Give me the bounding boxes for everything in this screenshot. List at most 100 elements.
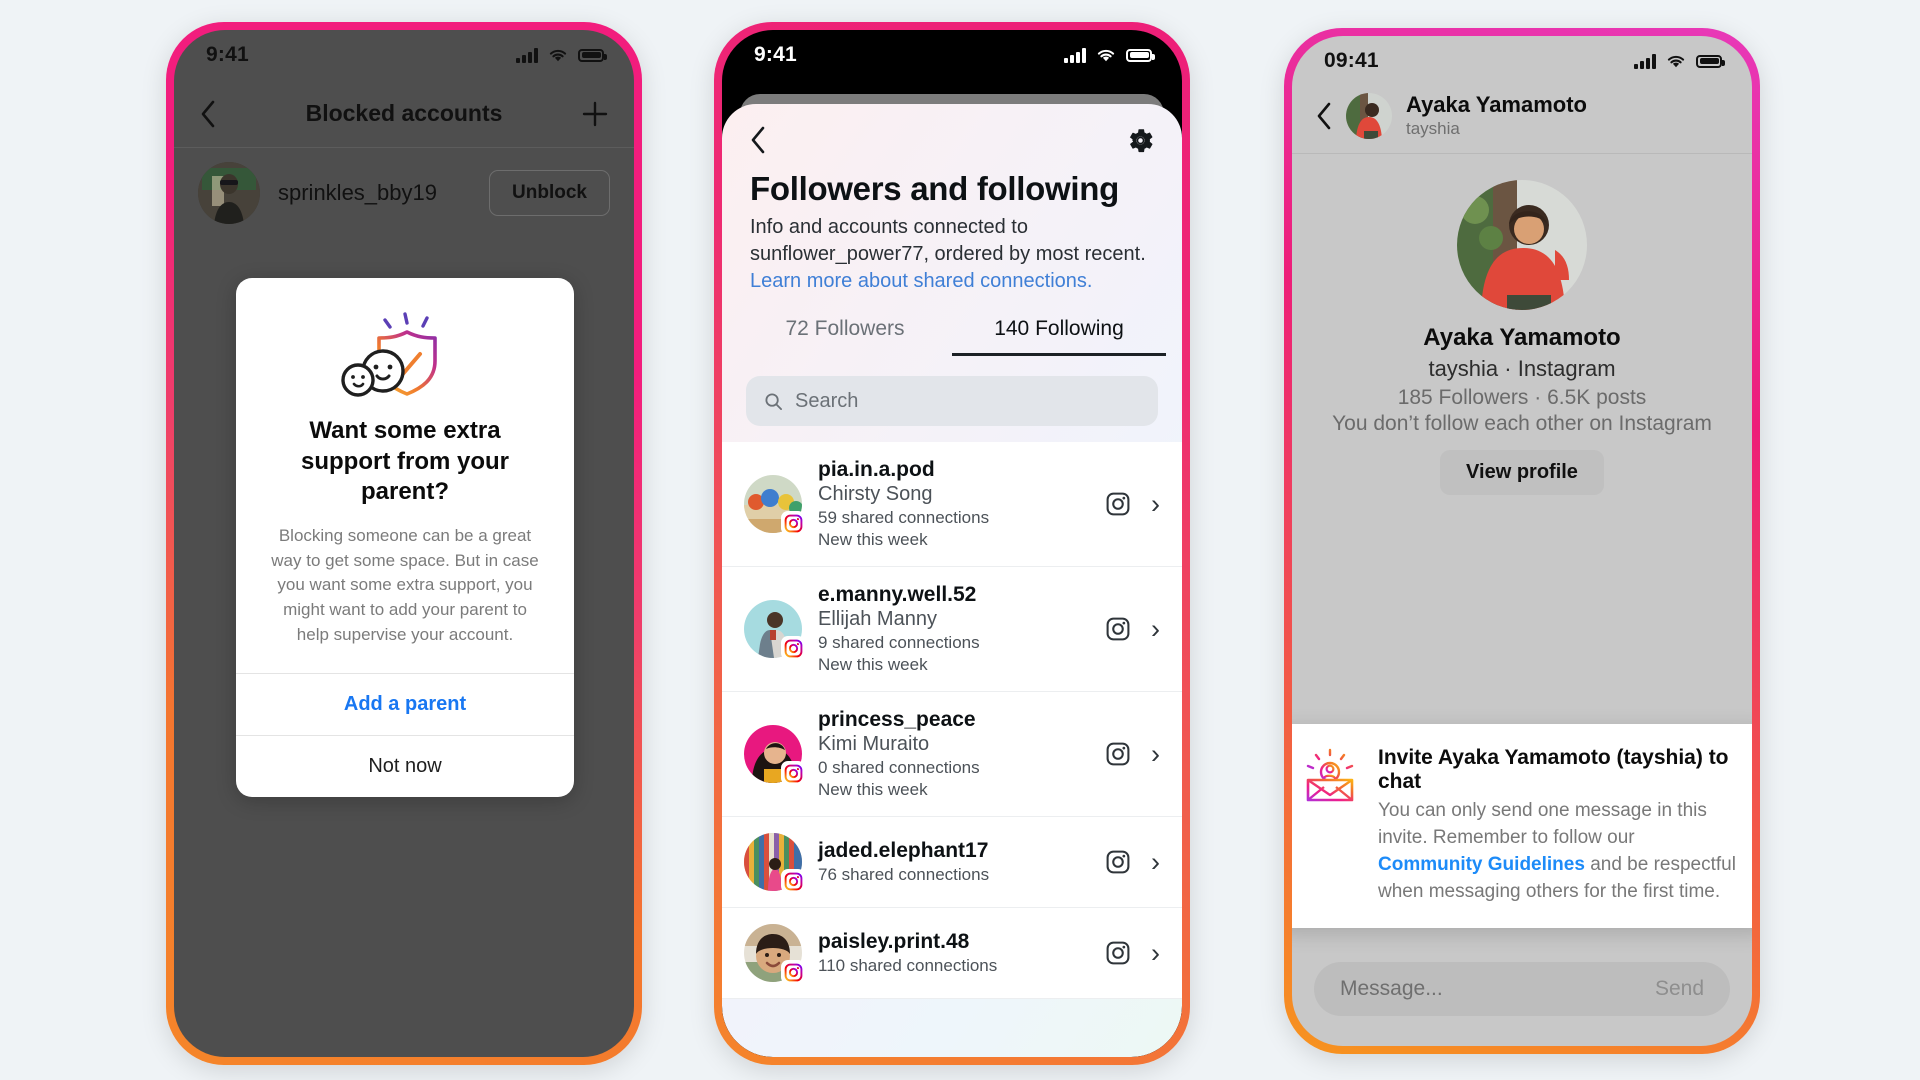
learn-more-link[interactable]: Learn more about shared connections. [750, 270, 1092, 292]
instagram-icon[interactable] [1105, 940, 1131, 966]
profile-avatar-image [1457, 180, 1587, 310]
wifi-icon [1667, 55, 1685, 68]
instagram-icon[interactable] [1105, 741, 1131, 767]
invite-body-before: You can only send one message in this in… [1378, 800, 1707, 849]
add-a-parent-button[interactable]: Add a parent [236, 673, 574, 735]
list-item-recency: New this week [818, 780, 928, 799]
search-placeholder: Search [795, 389, 859, 412]
subtitle-text: Info and accounts connected to sunflower… [750, 216, 1146, 265]
list-item-text: paisley.print.48 110 shared connections [818, 930, 1089, 976]
profile-avatar [1457, 180, 1587, 310]
profile-handle: tayshia · Instagram [1428, 356, 1616, 381]
status-bar-time: 9:41 [754, 43, 797, 66]
battery-icon [1696, 54, 1725, 68]
avatar-image [1346, 92, 1392, 139]
avatar[interactable] [1346, 92, 1392, 139]
instagram-icon[interactable] [1105, 616, 1131, 642]
status-bar: 9:41 [722, 30, 1182, 80]
list-item-username: paisley.print.48 [818, 930, 970, 953]
chat-peer-name: Ayaka Yamamoto [1406, 92, 1587, 117]
community-guidelines-link[interactable]: Community Guidelines [1378, 854, 1585, 875]
list-item[interactable]: pia.in.a.pod Chirsty Song 59 shared conn… [722, 442, 1182, 567]
phone-followers-following: 9:41 Followers and following Info and ac… [714, 22, 1190, 1065]
plus-icon[interactable] [582, 101, 608, 127]
profile-stats: 185 Followers · 6.5K posts [1397, 386, 1647, 409]
avatar [744, 475, 805, 535]
cellular-signal-icon [1634, 53, 1656, 69]
avatar [744, 725, 805, 785]
chevron-left-icon[interactable] [1316, 102, 1332, 130]
message-composer[interactable]: Message... Send [1314, 962, 1730, 1016]
list-item[interactable]: e.manny.well.52 Ellijah Manny 9 shared c… [722, 567, 1182, 692]
tab-following[interactable]: 140 Following [952, 317, 1166, 356]
search-input[interactable]: Search [746, 376, 1158, 426]
list-item[interactable]: paisley.print.48 110 shared connections … [722, 908, 1182, 999]
avatar [744, 600, 805, 660]
instagram-icon[interactable] [1105, 849, 1131, 875]
chevron-right-icon[interactable]: › [1151, 490, 1160, 518]
tab-followers[interactable]: 72 Followers [738, 317, 952, 356]
dialog-body: Want some extra support from your parent… [236, 278, 574, 673]
followers-sheet: Followers and following Info and account… [722, 104, 1182, 1057]
view-profile-button[interactable]: View profile [1440, 450, 1604, 495]
list-item-recency: New this week [818, 530, 928, 549]
list-item-actions: › [1105, 615, 1160, 643]
blocked-account-row[interactable]: sprinkles_bby19 Unblock [174, 148, 634, 238]
invite-envelope-icon [1300, 746, 1360, 906]
screen-followers-following: 9:41 Followers and following Info and ac… [722, 30, 1182, 1057]
chevron-left-icon[interactable] [750, 126, 766, 154]
list-item-fullname: Ellijah Manny [818, 608, 937, 630]
list-item-shared: 110 shared connections [818, 956, 998, 975]
status-bar-time: 9:41 [206, 43, 249, 66]
screen-chat-invite: 09:41 Ayaka Yamamoto tayshia Ayaka Yamam… [1292, 36, 1752, 1046]
list-item-text: jaded.elephant17 76 shared connections [818, 839, 1089, 885]
wifi-icon [1097, 49, 1115, 62]
list-item-username: jaded.elephant17 [818, 839, 989, 862]
blocked-accounts-nav: Blocked accounts [174, 80, 634, 148]
connections-list: pia.in.a.pod Chirsty Song 59 shared conn… [722, 442, 1182, 999]
screen-blocked-accounts: 9:41 Blocked accounts sprinkles_bby19 Un… [174, 30, 634, 1057]
instagram-icon [781, 960, 805, 984]
blocked-username: sprinkles_bby19 [278, 180, 437, 205]
avatar [744, 924, 805, 984]
list-item-shared: 76 shared connections [818, 865, 990, 884]
list-item-actions: › [1105, 939, 1160, 967]
list-item[interactable]: princess_peace Kimi Muraito 0 shared con… [722, 692, 1182, 817]
list-item-text: e.manny.well.52 Ellijah Manny 9 shared c… [818, 583, 1089, 675]
chevron-right-icon[interactable]: › [1151, 740, 1160, 768]
chat-peer-username: tayshia [1406, 119, 1460, 138]
screenshot-stage: 9:41 Blocked accounts sprinkles_bby19 Un… [0, 0, 1920, 1080]
profile-card: Ayaka Yamamoto tayshia · Instagram 185 F… [1292, 154, 1752, 495]
list-item-username: e.manny.well.52 [818, 583, 977, 606]
message-input[interactable]: Message... [1340, 977, 1443, 1001]
list-item-shared: 59 shared connections [818, 508, 990, 527]
list-item-actions: › [1105, 848, 1160, 876]
instagram-icon [781, 761, 805, 785]
search-icon [765, 392, 783, 410]
tabs: 72 Followers 140 Following [722, 317, 1182, 356]
instagram-icon[interactable] [1105, 491, 1131, 517]
chevron-left-icon[interactable] [200, 100, 216, 128]
cellular-signal-icon [516, 47, 538, 63]
list-item-username: princess_peace [818, 708, 976, 731]
gear-icon[interactable] [1127, 127, 1154, 154]
status-bar-time: 09:41 [1324, 49, 1379, 72]
list-item-actions: › [1105, 740, 1160, 768]
page-title: Blocked accounts [305, 100, 503, 126]
chevron-right-icon[interactable]: › [1151, 848, 1160, 876]
chevron-right-icon[interactable]: › [1151, 939, 1160, 967]
list-item[interactable]: jaded.elephant17 76 shared connections › [722, 817, 1182, 908]
unblock-button[interactable]: Unblock [489, 170, 610, 216]
instagram-icon [781, 636, 805, 660]
page-subtitle: Info and accounts connected to sunflower… [750, 214, 1154, 295]
status-bar-indicators [516, 47, 607, 63]
invite-card: Invite Ayaka Yamamoto (tayshia) to chat … [1292, 724, 1752, 928]
list-item-text: pia.in.a.pod Chirsty Song 59 shared conn… [818, 458, 1089, 550]
sheet-nav [722, 104, 1182, 160]
not-now-button[interactable]: Not now [236, 735, 574, 797]
send-button[interactable]: Send [1655, 977, 1704, 1001]
chat-peer-info: Ayaka Yamamoto tayshia [1406, 92, 1587, 139]
list-item-username: pia.in.a.pod [818, 458, 935, 481]
chevron-right-icon[interactable]: › [1151, 615, 1160, 643]
parent-support-dialog: Want some extra support from your parent… [236, 278, 574, 798]
